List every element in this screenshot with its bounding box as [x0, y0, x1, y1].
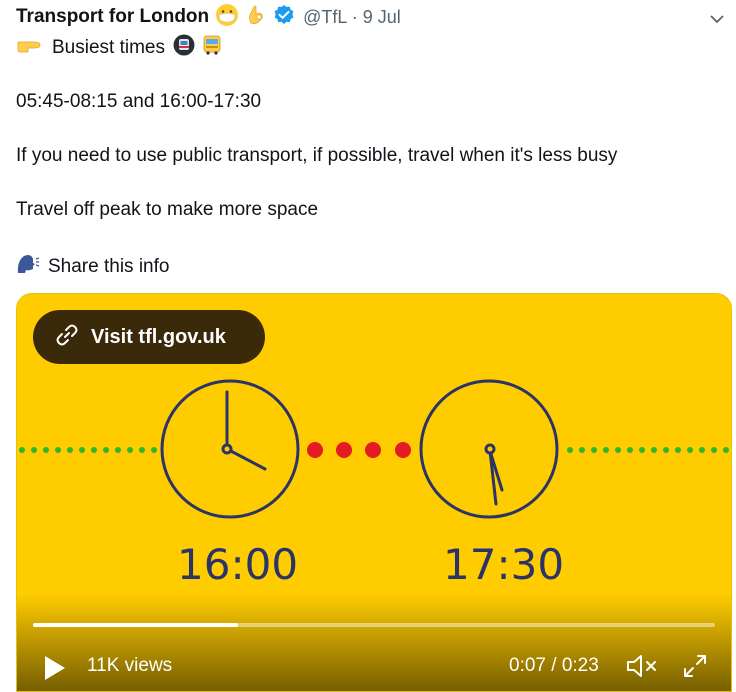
video-player[interactable]: Visit tfl.gov.uk 16:00 17:30 11K views 0…	[16, 293, 732, 692]
green-dots-left	[19, 447, 157, 453]
pointing-right-hand-icon	[16, 36, 42, 60]
visit-link-label: Visit tfl.gov.uk	[91, 325, 226, 348]
tweet-text: Share this info	[48, 256, 170, 277]
tweet-line-times: 05:45-08:15 and 16:00-17:30	[16, 91, 262, 112]
expand-icon	[684, 655, 706, 677]
tweet-text: Busiest times	[52, 37, 165, 58]
muted-speaker-icon	[627, 655, 656, 677]
play-button[interactable]	[43, 654, 67, 687]
chevron-down-icon[interactable]	[706, 8, 728, 35]
link-icon	[55, 323, 79, 352]
tweet-line-share: Share this info	[16, 253, 169, 281]
tweet-line-offpeak: Travel off peak to make more space	[16, 199, 319, 220]
clock-right	[419, 379, 559, 519]
speaking-head-icon	[16, 253, 40, 281]
clock-left	[160, 379, 300, 519]
bus-icon	[201, 34, 223, 62]
tweet-header: Transport for London @TfL · 9 Jul	[16, 3, 401, 32]
mute-button[interactable]	[625, 652, 661, 685]
verified-badge-icon	[273, 4, 295, 31]
ok-hand-icon	[245, 3, 267, 32]
author-name[interactable]: Transport for London	[16, 6, 209, 28]
tweet-line-busiest: Busiest times	[16, 34, 223, 62]
progress-bar[interactable]	[33, 623, 715, 627]
controls-overlay	[17, 594, 731, 691]
time-label-left: 16:00	[177, 540, 299, 589]
timecode: 0:07 / 0:23	[509, 655, 599, 676]
views-count: 11K views	[87, 655, 173, 676]
tweet-line-advice: If you need to use public transport, if …	[16, 145, 618, 166]
face-with-mask-icon	[215, 3, 239, 32]
red-dots	[307, 442, 411, 458]
green-dots-right	[567, 447, 729, 453]
progress-fill	[33, 623, 238, 627]
visit-link-button[interactable]: Visit tfl.gov.uk	[33, 310, 265, 364]
metro-train-icon	[173, 34, 195, 62]
fullscreen-button[interactable]	[681, 652, 709, 685]
handle-and-date[interactable]: @TfL · 9 Jul	[303, 7, 401, 28]
time-label-right: 17:30	[443, 540, 565, 589]
